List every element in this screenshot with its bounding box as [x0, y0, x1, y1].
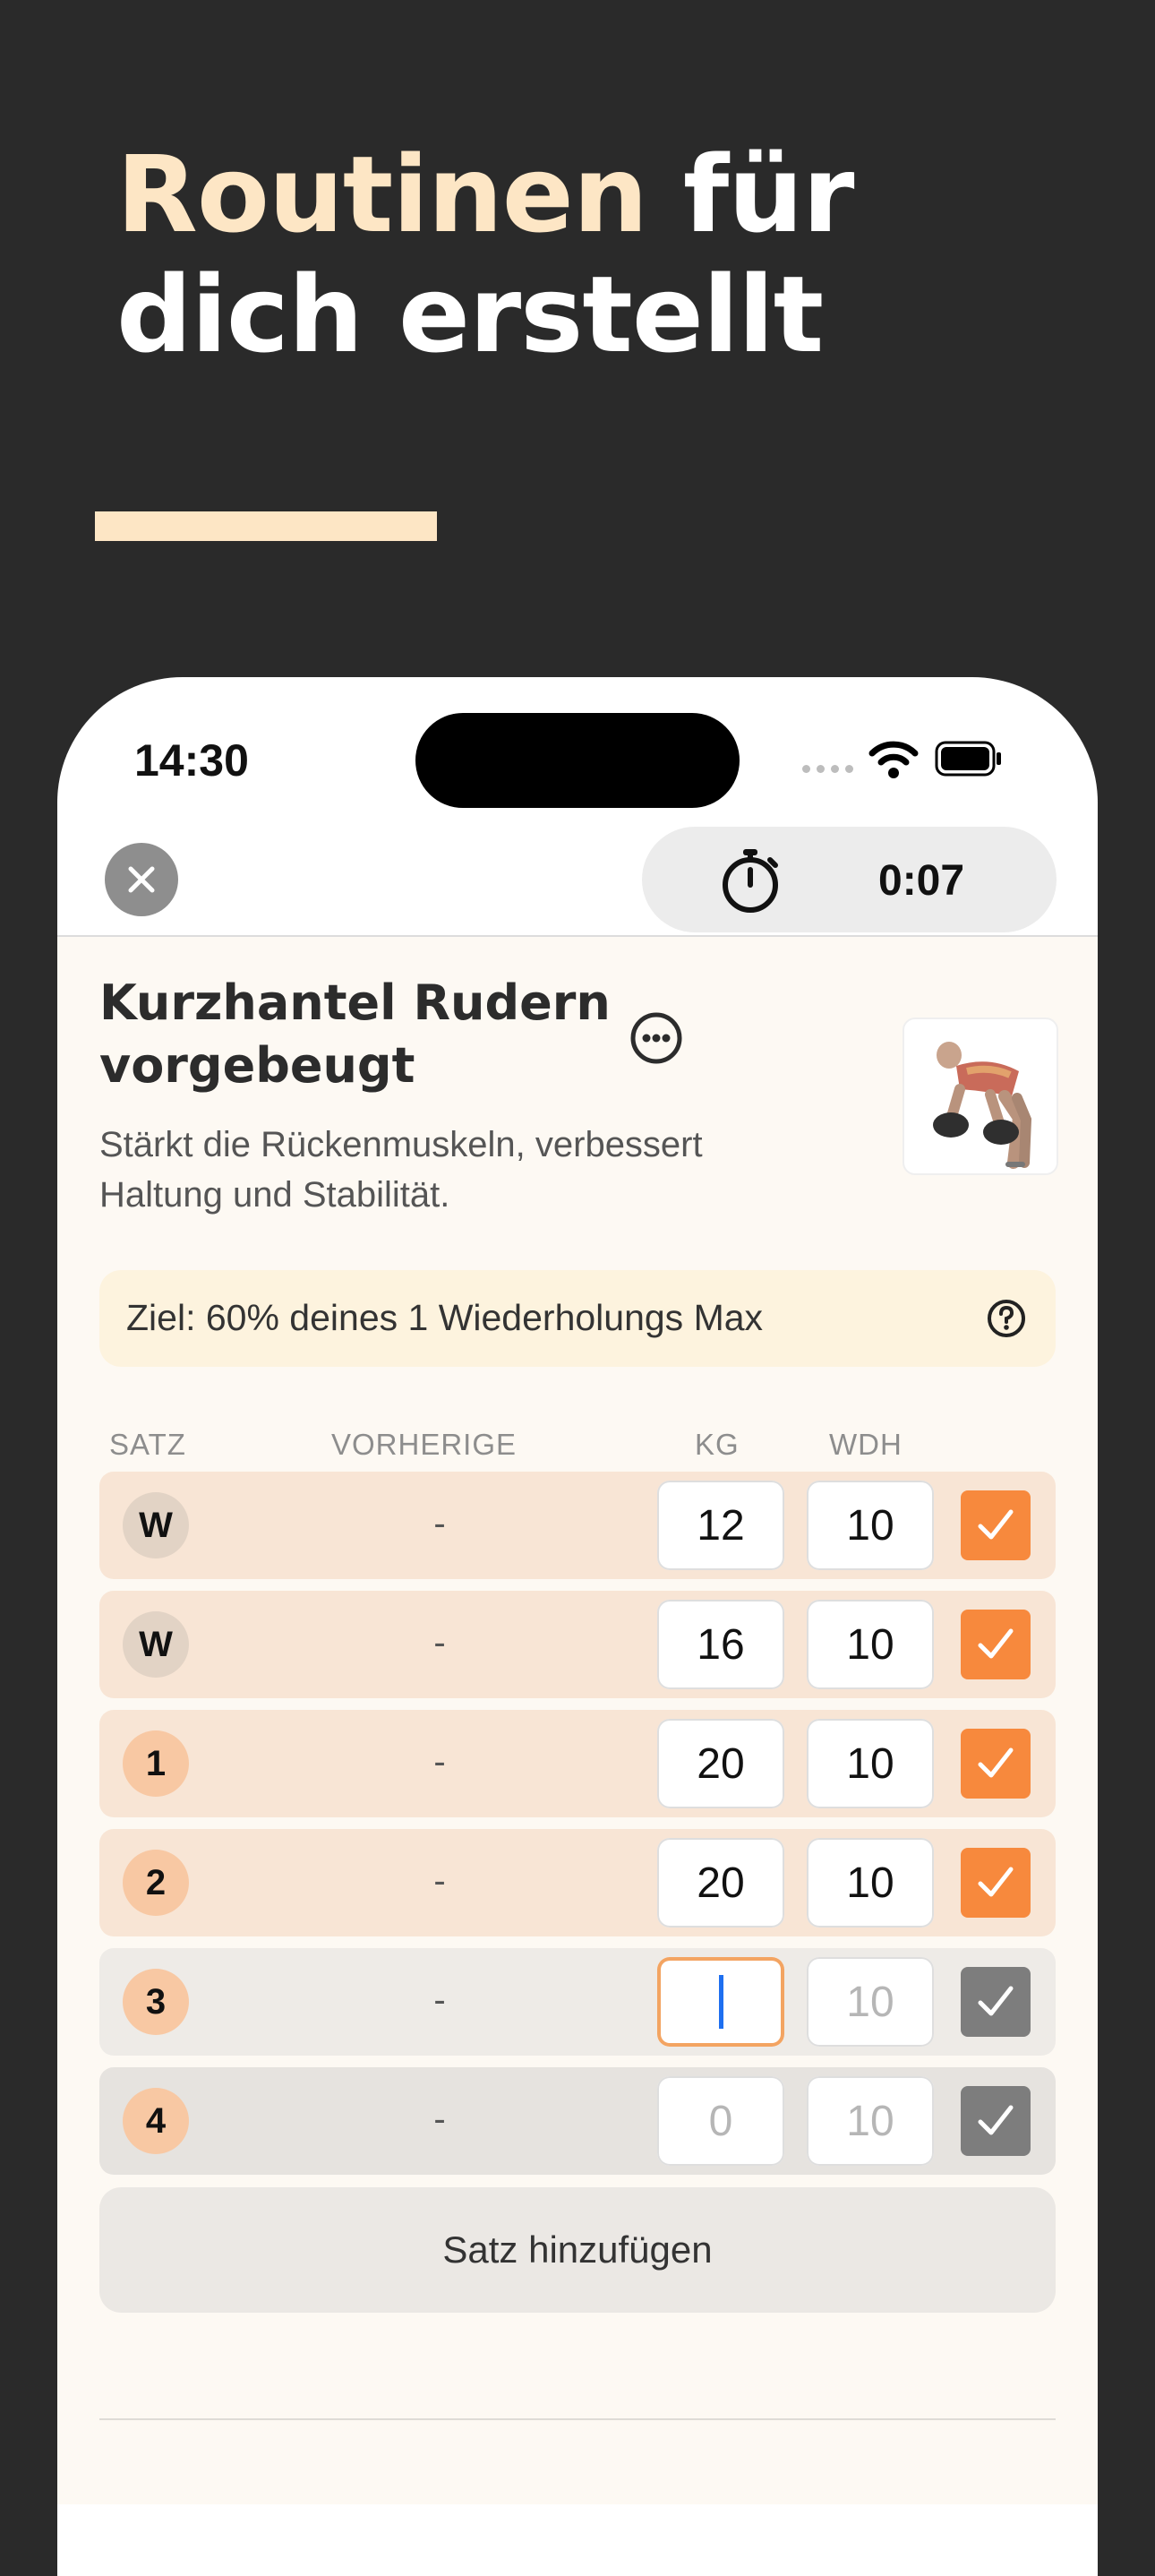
promo-headline: Routinen für dich erstellt: [116, 133, 855, 376]
section-divider: [99, 2418, 1056, 2420]
goal-text: Ziel: 60% deines 1 Wiederholungs Max: [126, 1297, 764, 1338]
column-header-set: SATZ: [109, 1428, 186, 1461]
column-header-previous: VORHERIGE: [331, 1428, 518, 1461]
exercise-thumbnail[interactable]: [903, 1018, 1058, 1175]
set-badge[interactable]: W: [123, 1611, 189, 1678]
headline-accent: Routinen: [116, 133, 648, 256]
complete-set-checkbox[interactable]: [961, 1490, 1031, 1560]
stopwatch-icon: [723, 849, 778, 913]
reps-input[interactable]: 10: [807, 2076, 934, 2166]
text-caret: [718, 1975, 723, 2029]
checkmark-icon: [978, 1867, 1014, 1897]
weight-input[interactable]: 12: [657, 1481, 784, 1570]
previous-value: -: [433, 1980, 446, 2020]
close-button[interactable]: [105, 843, 178, 916]
set-row-1: 1 - 20 10: [99, 1710, 1056, 1817]
weight-input-focused[interactable]: [657, 1957, 784, 2047]
timer-value: 0:07: [878, 857, 965, 905]
set-row-3: 3 - 10: [99, 1948, 1056, 2056]
add-set-button[interactable]: Satz hinzufügen: [99, 2187, 1056, 2313]
previous-value: -: [433, 1504, 446, 1543]
weight-input[interactable]: 20: [657, 1719, 784, 1808]
exercise-title-line-1: Kurzhantel Rudern: [99, 975, 611, 1031]
rest-timer[interactable]: 0:07: [642, 827, 1057, 932]
weight-input[interactable]: 0: [657, 2076, 784, 2166]
reps-input[interactable]: 10: [807, 1838, 934, 1928]
column-header-reps: WDH: [829, 1428, 903, 1461]
more-options-icon[interactable]: [629, 1010, 684, 1066]
checkmark-icon: [978, 1747, 1014, 1778]
previous-value: -: [433, 1742, 446, 1782]
headline-text: für: [646, 133, 855, 256]
reps-input[interactable]: 10: [807, 1719, 934, 1808]
complete-set-checkbox[interactable]: [961, 1967, 1031, 2037]
column-header-kg: KG: [695, 1428, 740, 1461]
signal-icon: [802, 765, 853, 773]
complete-set-checkbox[interactable]: [961, 1729, 1031, 1799]
previous-value: -: [433, 1623, 446, 1662]
set-row-warmup-2: W - 16 10: [99, 1591, 1056, 1698]
previous-value: -: [433, 2099, 446, 2139]
weight-input[interactable]: 16: [657, 1600, 784, 1689]
previous-value: -: [433, 1861, 446, 1901]
checkmark-icon: [978, 1986, 1014, 2016]
set-badge[interactable]: 3: [123, 1969, 189, 2035]
dynamic-island: [415, 713, 740, 808]
set-row-2: 2 - 20 10: [99, 1829, 1056, 1936]
checkmark-icon: [978, 1628, 1014, 1659]
checkmark-icon: [978, 2105, 1014, 2135]
status-time: 14:30: [134, 735, 249, 786]
headline-line-2: dich erstellt: [116, 253, 824, 376]
complete-set-checkbox[interactable]: [961, 2086, 1031, 2156]
close-icon: [128, 866, 155, 893]
weight-input[interactable]: 20: [657, 1838, 784, 1928]
help-icon[interactable]: [986, 1298, 1027, 1339]
set-row-warmup-1: W - 12 10: [99, 1472, 1056, 1579]
battery-icon: [935, 741, 1001, 777]
set-badge[interactable]: 4: [123, 2088, 189, 2154]
exercise-title-line-2: vorgebeugt: [99, 1037, 415, 1094]
complete-set-checkbox[interactable]: [961, 1848, 1031, 1918]
checkmark-icon: [978, 1509, 1014, 1540]
set-badge[interactable]: 1: [123, 1730, 189, 1797]
set-badge[interactable]: W: [123, 1492, 189, 1558]
exercise-figure-image: [933, 1042, 1032, 1169]
reps-input[interactable]: 10: [807, 1600, 934, 1689]
exercise-description: Stärkt die Rückenmuskeln, verbessert Halt…: [99, 1120, 834, 1220]
exercise-description-line-2: Haltung und Stabilität.: [99, 1175, 450, 1215]
wifi-icon: [868, 741, 919, 778]
set-badge[interactable]: 2: [123, 1850, 189, 1916]
exercise-title: Kurzhantel Rudern vorgebeugt: [99, 972, 654, 1097]
set-row-4: 4 - 0 10: [99, 2067, 1056, 2175]
reps-input[interactable]: 10: [807, 1957, 934, 2047]
headline-underline: [95, 511, 437, 541]
exercise-description-line-1: Stärkt die Rückenmuskeln, verbessert: [99, 1125, 703, 1164]
reps-input[interactable]: 10: [807, 1481, 934, 1570]
goal-banner: Ziel: 60% deines 1 Wiederholungs Max: [99, 1270, 1056, 1367]
complete-set-checkbox[interactable]: [961, 1610, 1031, 1679]
